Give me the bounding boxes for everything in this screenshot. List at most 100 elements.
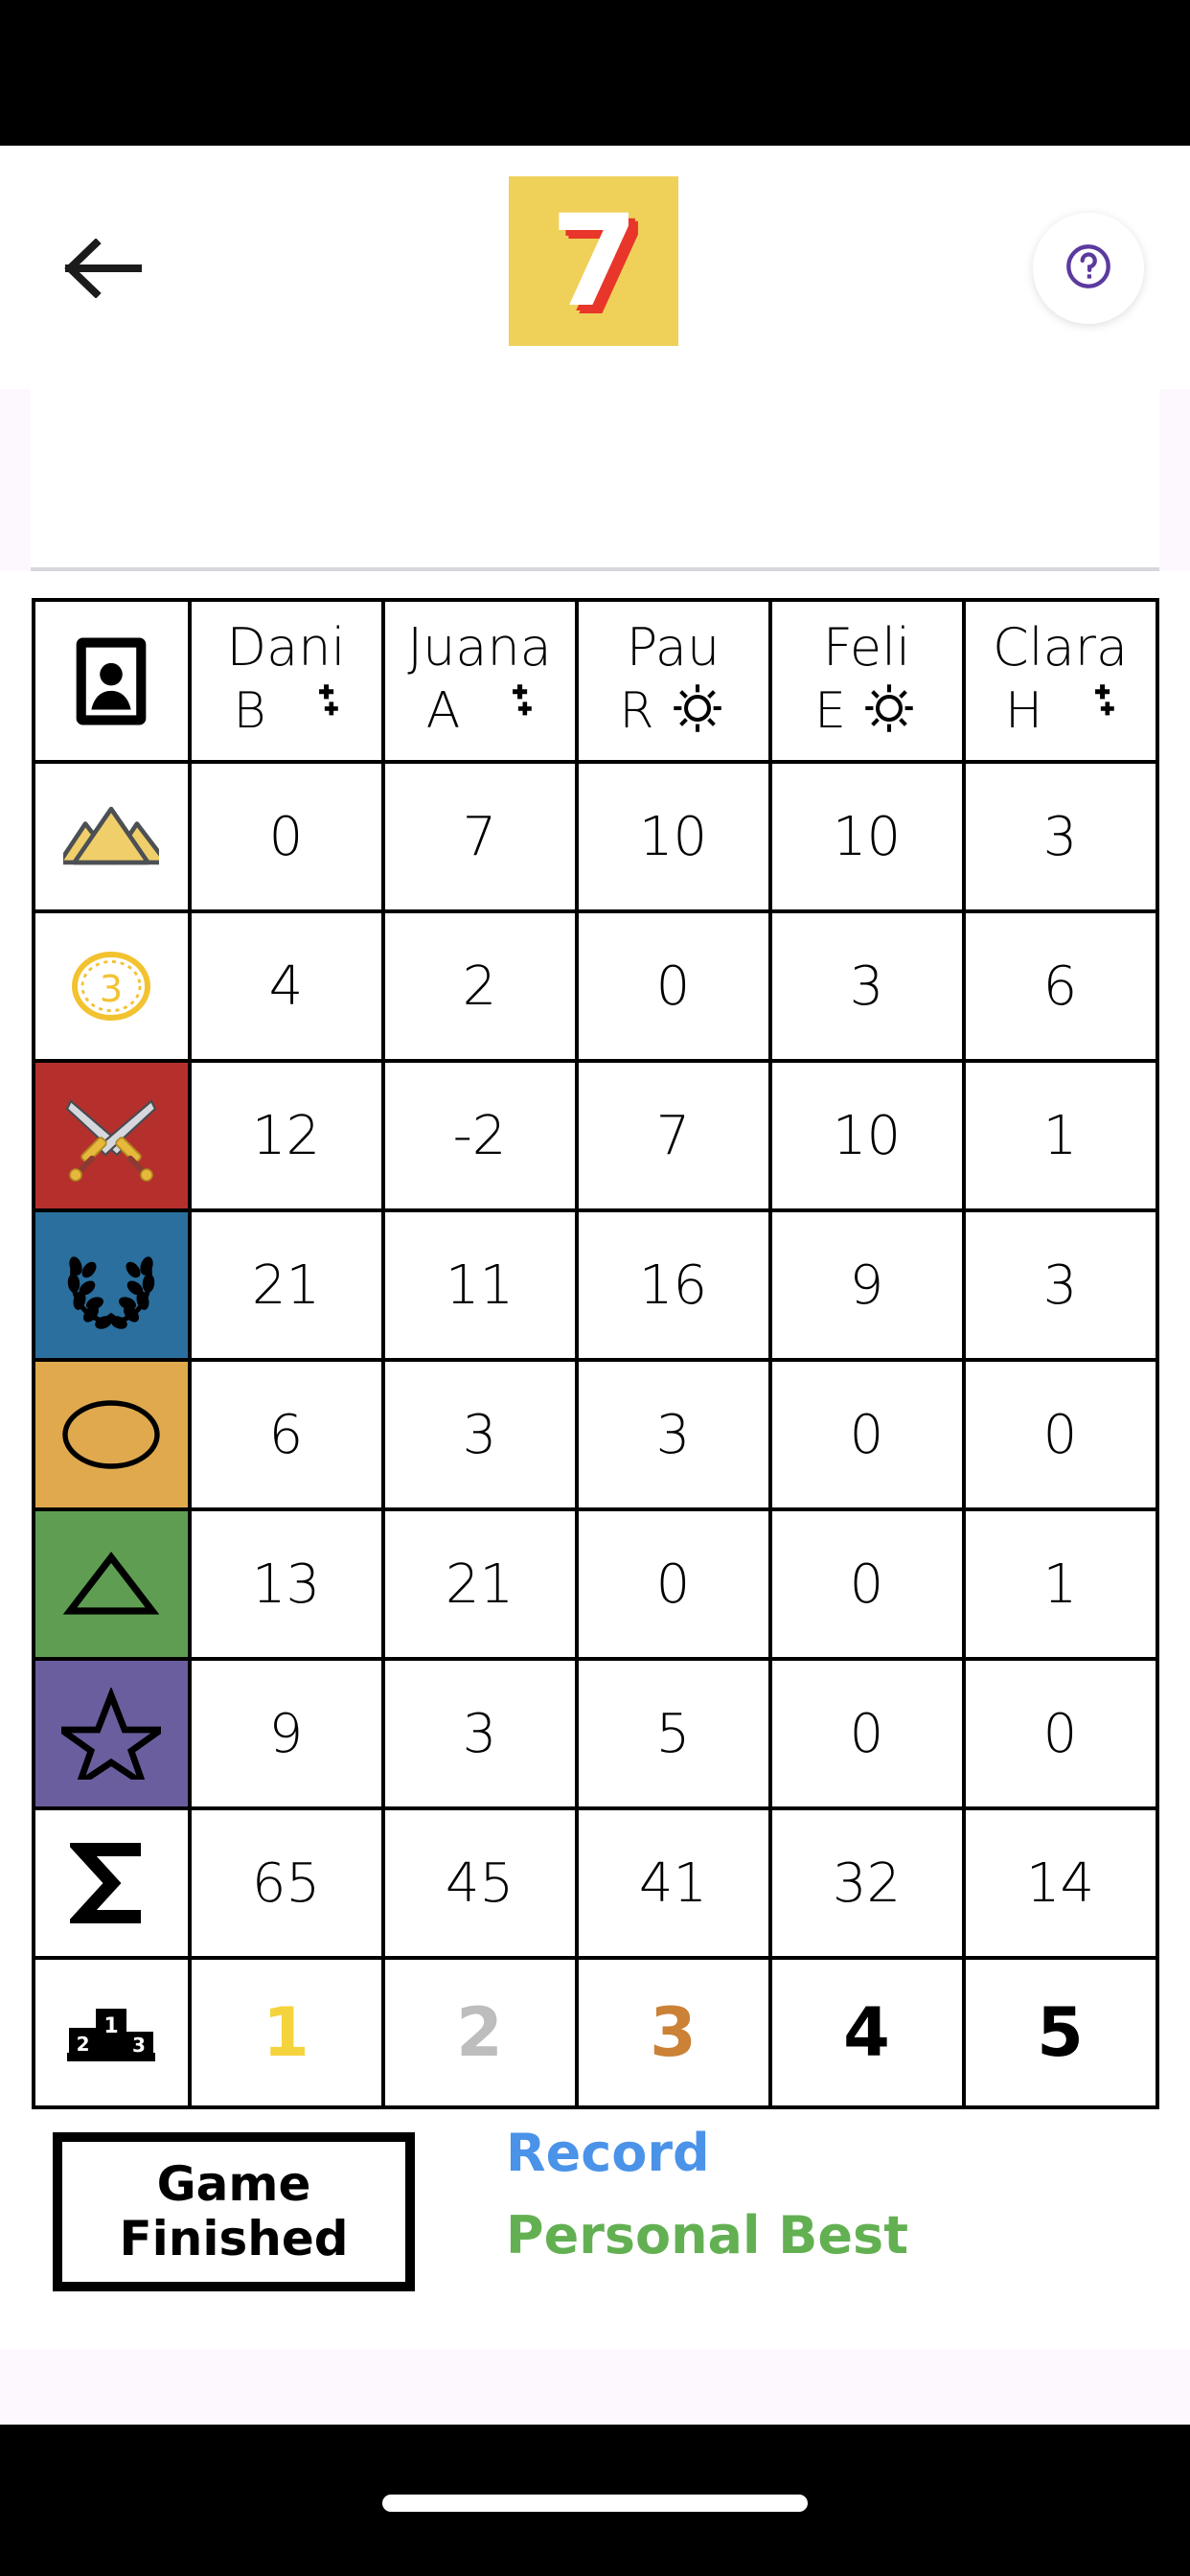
player-header-0[interactable]: Dani B: [187, 598, 385, 764]
logo-seven-text: 7: [550, 187, 639, 335]
player-letter-3: E: [814, 681, 846, 740]
legend-keys: Record Personal Best: [506, 2123, 908, 2287]
back-button[interactable]: [46, 211, 161, 326]
circle-icon: [35, 1362, 188, 1507]
score-cell[interactable]: 1: [961, 1059, 1159, 1212]
total-cell[interactable]: 45: [380, 1806, 579, 1960]
score-cell[interactable]: 7: [574, 1059, 772, 1212]
table-row: 3 4 2 0 3 6: [31, 909, 1159, 1063]
category-cell-triangle: [31, 1507, 192, 1661]
player-column-header: [31, 598, 192, 764]
svg-text:1: 1: [103, 2014, 118, 2038]
app-logo[interactable]: 7: [509, 176, 678, 346]
player-letter-2: R: [619, 681, 654, 740]
score-cell[interactable]: 2: [380, 909, 579, 1063]
table-row: 0 7 10 10 3: [31, 760, 1159, 913]
score-cell[interactable]: 10: [767, 760, 966, 913]
category-cell-pyramids: [31, 760, 192, 913]
app-viewport: 7 Dani B Juana A Pau R Feli E Clara H 0 …: [0, 146, 1190, 2425]
table-header-row: Dani B Juana A Pau R Feli E Clara H: [31, 598, 1159, 764]
phone-frame: 7 Dani B Juana A Pau R Feli E Clara H 0 …: [0, 0, 1190, 2576]
total-cell[interactable]: 32: [767, 1806, 966, 1960]
score-cell[interactable]: 3: [380, 1358, 579, 1511]
score-cell[interactable]: 9: [187, 1657, 385, 1810]
legend-personal-best-label: Personal Best: [506, 2204, 909, 2266]
player-header-2[interactable]: Pau R: [574, 598, 772, 764]
score-cell[interactable]: 6: [187, 1358, 385, 1511]
portrait-frame-icon: [35, 609, 188, 754]
score-cell[interactable]: 1: [961, 1507, 1159, 1661]
table-row: 9 3 5 0 0: [31, 1657, 1159, 1810]
score-cell[interactable]: 0: [187, 760, 385, 913]
score-cell[interactable]: 11: [380, 1208, 579, 1362]
coin-3-icon: 3: [35, 913, 188, 1059]
status-line-2: Finished: [119, 2211, 349, 2266]
score-cell[interactable]: 5: [574, 1657, 772, 1810]
score-cell[interactable]: 0: [767, 1657, 966, 1810]
rank-cell: 1: [187, 1956, 385, 2109]
score-cell[interactable]: 3: [961, 1208, 1159, 1362]
question-circle-icon: [1063, 241, 1114, 297]
score-table: Dani B Juana A Pau R Feli E Clara H 0 7 …: [31, 598, 1159, 2109]
sun-icon: [859, 680, 919, 741]
arrow-left-icon: [63, 239, 144, 298]
score-cell[interactable]: 0: [574, 1507, 772, 1661]
player-header-1[interactable]: Juana A: [380, 598, 579, 764]
category-cell-rank: 1 2 3: [31, 1956, 192, 2109]
score-cell[interactable]: 0: [767, 1507, 966, 1661]
score-cell[interactable]: 10: [574, 760, 772, 913]
score-cell[interactable]: 0: [767, 1358, 966, 1511]
player-name-3: Feli: [822, 617, 911, 678]
score-cell[interactable]: 9: [767, 1208, 966, 1362]
score-cell[interactable]: 13: [187, 1507, 385, 1661]
score-cell[interactable]: 7: [380, 760, 579, 913]
status-badge: Game Finished: [53, 2132, 415, 2291]
player-letter-0: B: [233, 681, 266, 740]
score-cell[interactable]: 16: [574, 1208, 772, 1362]
player-header-3[interactable]: Feli E: [767, 598, 966, 764]
svg-text:2: 2: [77, 2033, 90, 2056]
score-cell[interactable]: 21: [380, 1507, 579, 1661]
score-cell[interactable]: 3: [961, 760, 1159, 913]
score-table-container: Dani B Juana A Pau R Feli E Clara H 0 7 …: [0, 571, 1190, 2109]
status-line-1: Game: [156, 2155, 311, 2212]
home-indicator[interactable]: [382, 2495, 808, 2512]
score-cell[interactable]: 21: [187, 1208, 385, 1362]
help-button[interactable]: [1033, 213, 1144, 324]
score-cell[interactable]: 4: [187, 909, 385, 1063]
category-cell-total: [31, 1806, 192, 1960]
swords-icon: [35, 1063, 188, 1208]
player-header-4[interactable]: Clara H: [961, 598, 1159, 764]
rank-cell: 4: [767, 1956, 966, 2109]
moon-icon: [280, 680, 339, 741]
player-letter-4: H: [1004, 681, 1043, 740]
moon-icon: [1056, 680, 1115, 741]
score-cell[interactable]: 12: [187, 1059, 385, 1212]
score-cell[interactable]: 3: [380, 1657, 579, 1810]
score-cell[interactable]: 6: [961, 909, 1159, 1063]
pyramids-icon: [35, 764, 188, 909]
category-cell-star: [31, 1657, 192, 1810]
score-cell[interactable]: -2: [380, 1059, 579, 1212]
score-cell[interactable]: 0: [574, 909, 772, 1063]
table-row: 13 21 0 0 1: [31, 1507, 1159, 1661]
score-cell[interactable]: 3: [767, 909, 966, 1063]
score-cell[interactable]: 0: [961, 1358, 1159, 1511]
category-cell-swords: [31, 1059, 192, 1212]
svg-text:3: 3: [132, 2034, 146, 2057]
player-name-0: Dani: [226, 617, 346, 678]
status-bar: [0, 0, 1190, 146]
triangle-icon: [35, 1511, 188, 1657]
player-name-2: Pau: [626, 617, 721, 678]
total-cell[interactable]: 41: [574, 1806, 772, 1960]
score-cell[interactable]: 3: [574, 1358, 772, 1511]
category-cell-laurel: [31, 1208, 192, 1362]
rank-cell: 2: [380, 1956, 579, 2109]
total-cell[interactable]: 14: [961, 1806, 1159, 1960]
podium-icon: 1 2 3: [35, 1960, 188, 2105]
score-cell[interactable]: 10: [767, 1059, 966, 1212]
table-row-rank: 1 2 3 1 2 3 4 5: [31, 1956, 1159, 2109]
total-cell[interactable]: 65: [187, 1806, 385, 1960]
score-cell[interactable]: 0: [961, 1657, 1159, 1810]
table-row-total: 65 45 41 32 14: [31, 1806, 1159, 1960]
